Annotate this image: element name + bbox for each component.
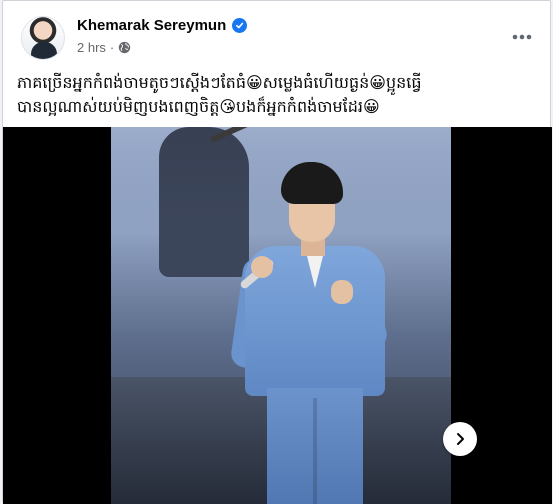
- author-row: Khemarak Sereymun: [77, 17, 248, 34]
- singer-hand-holding-mic: [251, 256, 273, 278]
- video-player[interactable]: [3, 127, 552, 504]
- globe-icon: [119, 41, 131, 54]
- post-text-line-1: ភាគច្រើនអ្នកកំពង់ចាមតូចៗស្តើងៗតែធំ😀សម្លេ…: [17, 73, 422, 92]
- post-text: ភាគច្រើនអ្នកកំពង់ចាមតូចៗស្តើងៗតែធំ😀សម្លេ…: [17, 71, 541, 119]
- post-timestamp[interactable]: 2 hrs: [77, 40, 106, 55]
- singer-hair: [281, 162, 343, 204]
- post-meta: 2 hrs ·: [77, 40, 131, 55]
- meta-separator: ·: [109, 40, 115, 55]
- video-frame: [111, 127, 451, 504]
- chevron-right-icon: [457, 433, 464, 445]
- verified-badge-icon: [232, 18, 248, 33]
- author-name[interactable]: Khemarak Sereymun: [77, 17, 226, 34]
- post-text-line-2: បានល្អណាស់យប់មិញបងពេញចិត្ត😘បងក៏អ្នកកំពង់…: [17, 97, 380, 116]
- more-options-button[interactable]: [507, 22, 537, 52]
- post-header: Khemarak Sereymun 2 hrs ·: [21, 16, 541, 62]
- singer-pants: [267, 388, 363, 504]
- singer-hand-on-chest: [331, 280, 353, 304]
- post-card: Khemarak Sereymun 2 hrs · ភាគច្រើនអ្នកកំ…: [2, 0, 552, 504]
- avatar[interactable]: [21, 16, 65, 60]
- singer-figure: [229, 162, 401, 504]
- more-options-icon: [512, 34, 532, 40]
- next-button[interactable]: [443, 422, 477, 456]
